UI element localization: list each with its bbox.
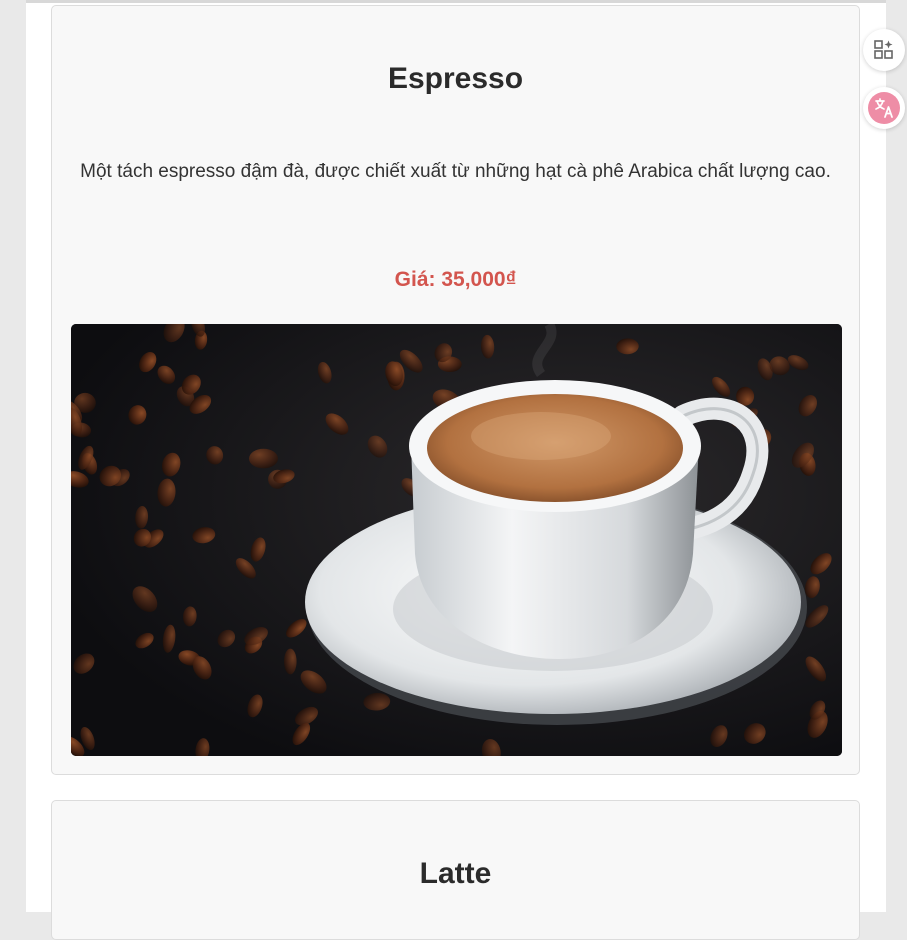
translate-icon [868,92,900,124]
product-card-latte: Latte [51,800,860,940]
product-title: Espresso [387,62,524,95]
translate-button[interactable] [863,87,905,129]
apps-sparkle-button[interactable] [863,29,905,71]
apps-sparkle-icon [874,40,893,59]
top-divider [26,0,886,3]
product-description: Một tách espresso đậm đà, được chiết xuấ… [80,161,831,182]
product-price: Giá: 35,000₫ [394,268,517,291]
product-card-espresso: Espresso Một tách espresso đậm đà, được … [51,5,860,775]
page-content: Espresso Một tách espresso đậm đà, được … [26,0,886,940]
product-image [71,324,842,756]
product-title: Latte [419,857,492,890]
